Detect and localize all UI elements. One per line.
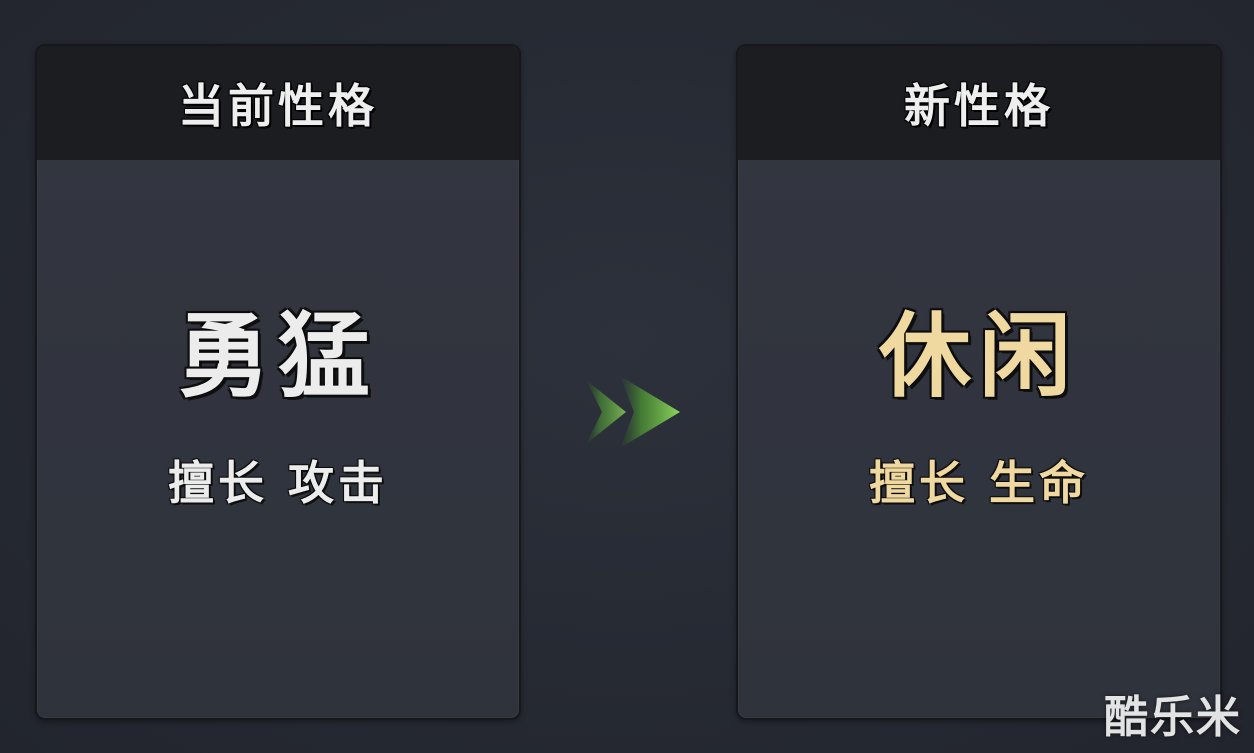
new-personality-body: 休闲 擅长 生命 [738, 162, 1220, 718]
current-trait-name: 勇猛 [177, 302, 378, 410]
new-personality-header: 新性格 [738, 46, 1220, 160]
new-trait-name: 休闲 [878, 302, 1079, 410]
double-chevron-right-icon [586, 376, 680, 448]
watermark-logo: 酷乐米 [1104, 692, 1242, 743]
current-trait-specialty: 擅长 攻击 [167, 456, 388, 510]
current-personality-header: 当前性格 [37, 46, 519, 160]
current-personality-panel: 当前性格 勇猛 擅长 攻击 [35, 44, 521, 720]
current-personality-body: 勇猛 擅长 攻击 [37, 162, 519, 718]
new-personality-panel: 新性格 休闲 擅长 生命 [736, 44, 1222, 720]
new-trait-specialty: 擅长 生命 [868, 456, 1089, 510]
new-personality-title: 新性格 [904, 79, 1054, 133]
current-personality-title: 当前性格 [178, 79, 378, 133]
